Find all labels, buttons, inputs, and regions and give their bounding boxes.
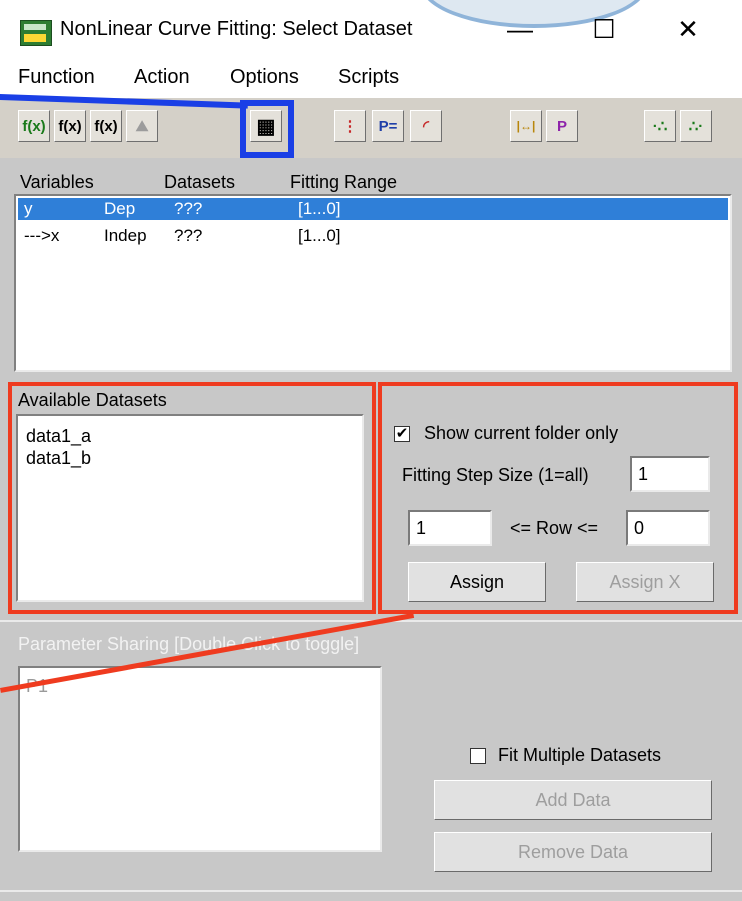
- row1-range: [1...0]: [298, 199, 341, 218]
- parameters-icon[interactable]: P=: [372, 110, 404, 142]
- maximize-button[interactable]: ☐: [584, 14, 624, 45]
- menu-options[interactable]: Options: [230, 66, 299, 89]
- datasets-header: Datasets: [164, 172, 236, 192]
- minimize-button[interactable]: —: [500, 14, 540, 45]
- app-icon: [20, 20, 52, 46]
- row2-dataset: ???: [174, 226, 203, 245]
- menu-scripts[interactable]: Scripts: [338, 66, 399, 89]
- simulate-icon[interactable]: ◜: [410, 110, 442, 142]
- traffic-light-icon[interactable]: ⋮: [334, 110, 366, 142]
- parameter-sharing-list[interactable]: [18, 666, 382, 852]
- row1-dataset: ???: [174, 199, 203, 218]
- remove-data-button[interactable]: Remove Data: [434, 832, 712, 872]
- fx-edit-icon[interactable]: f(x): [54, 110, 86, 142]
- fx-define-icon[interactable]: f(x): [90, 110, 122, 142]
- variables-header: Variables: [20, 172, 94, 192]
- window-title: NonLinear Curve Fitting: Select Dataset: [60, 18, 413, 40]
- row2-range: [1...0]: [298, 226, 341, 245]
- highlight-box: [240, 100, 294, 158]
- menu-function[interactable]: Function: [18, 66, 95, 89]
- fx-check-icon[interactable]: f(x): [18, 110, 50, 142]
- fit-icon[interactable]: ·∴: [644, 110, 676, 142]
- fit-all-icon[interactable]: ∴·: [680, 110, 712, 142]
- fit-multiple-checkbox[interactable]: [470, 748, 486, 764]
- add-data-button[interactable]: Add Data: [434, 780, 712, 820]
- fit-param-icon[interactable]: P: [546, 110, 578, 142]
- fit-multiple-label[interactable]: Fit Multiple Datasets: [498, 745, 661, 766]
- row1-var: y: [24, 199, 33, 218]
- row1-type: Dep: [104, 199, 136, 218]
- variables-list[interactable]: [14, 194, 732, 372]
- annotation-box-datasets: [8, 382, 376, 614]
- bottom-divider: [0, 890, 742, 892]
- fitting-range-header: Fitting Range: [290, 172, 398, 192]
- close-button[interactable]: ✕: [668, 14, 708, 45]
- annotation-box-options: [378, 382, 738, 614]
- menu-action[interactable]: Action: [134, 66, 190, 89]
- row2-var: --->x: [24, 226, 60, 245]
- parameter-sharing-label: Parameter Sharing [Double Click to toggl…: [18, 634, 360, 654]
- row2-type: Indep: [104, 226, 147, 245]
- range-icon[interactable]: |↔|: [510, 110, 542, 142]
- peaks-icon[interactable]: ⛰: [126, 110, 158, 142]
